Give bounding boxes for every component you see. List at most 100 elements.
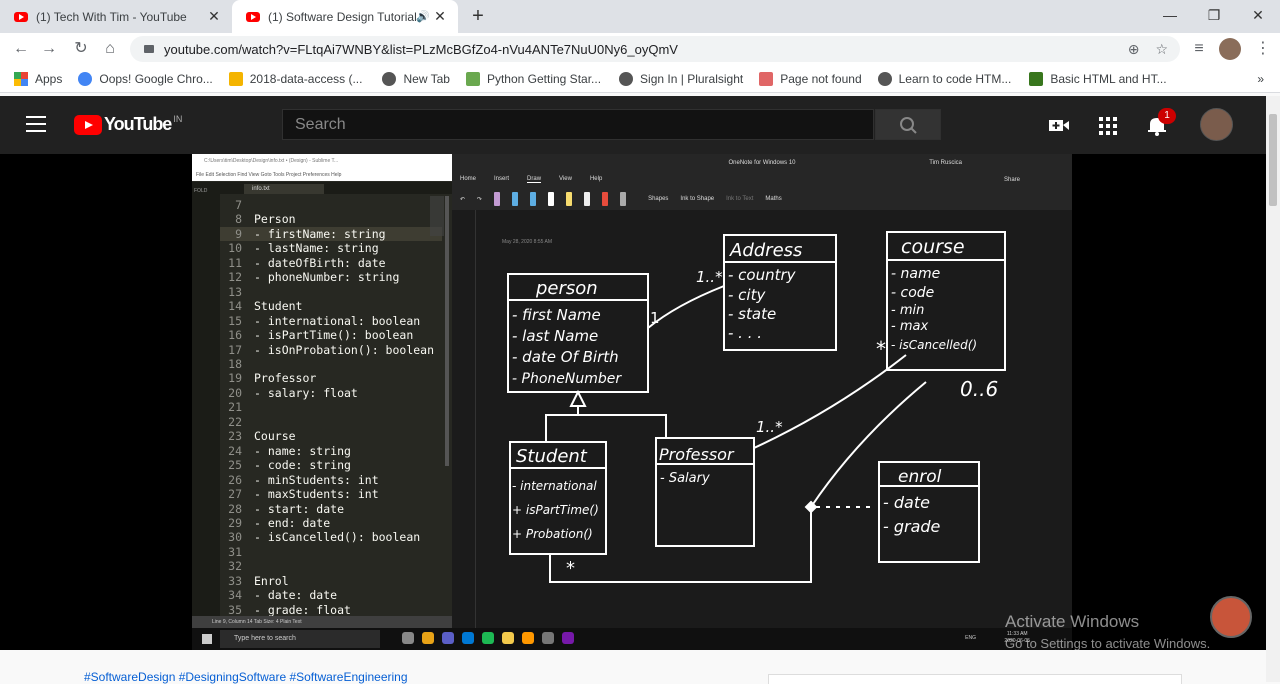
svg-text:- country: - country [728, 266, 797, 284]
bookmark-item[interactable]: Learn to code HTM... [877, 71, 1011, 86]
reload-button[interactable]: ↻ [70, 38, 92, 60]
browser-tab-software-design[interactable]: (1) Software Design Tutorial 🔊 ✕ [232, 0, 458, 33]
channel-watermark-logo[interactable] [1210, 596, 1252, 638]
bookmark-item[interactable]: Oops! Google Chro... [78, 71, 213, 86]
forward-button[interactable]: → [38, 38, 60, 60]
svg-text:- international: - international [512, 479, 597, 493]
line-text: - isPartTime(): boolean [254, 328, 414, 343]
browser-menu-icon[interactable]: ⋮ [1252, 38, 1274, 60]
svg-text:- min: - min [891, 303, 924, 318]
tab-close-icon[interactable]: ✕ [430, 8, 450, 25]
professor-class: Professor - Salary [655, 437, 755, 547]
windows-start-icon [202, 634, 212, 644]
video-frame[interactable]: C:\Users\tim\Desktop\Design\info.txt • (… [192, 154, 1072, 650]
line-text: - minStudents: int [254, 472, 379, 487]
home-button[interactable]: ⌂ [99, 38, 121, 60]
window-minimize-button[interactable]: — [1148, 0, 1192, 30]
line-number: 30 [228, 530, 242, 545]
line-number: 7 [235, 198, 242, 212]
bookmark-item[interactable]: Sign In | Pluralsight [619, 71, 743, 86]
undo-icon: ↶ [460, 196, 466, 203]
menu-icon[interactable] [26, 116, 46, 132]
sublime-scrollbar [445, 196, 449, 466]
code-line: 34 - date: date [220, 588, 442, 602]
line-number: 13 [228, 284, 242, 299]
svg-text:- grade: - grade [883, 517, 941, 536]
media-control-icon[interactable]: ≡ [1188, 38, 1210, 60]
sublime-file-tab: info.txt [244, 184, 324, 194]
search-button[interactable] [875, 109, 941, 140]
speaker-icon[interactable]: 🔊 [416, 10, 430, 23]
ribbon-tabs: Home Insert Draw View Help [460, 176, 602, 183]
line-text: Professor [254, 371, 317, 386]
multiplicity-label: * [566, 558, 575, 579]
back-button[interactable]: ← [10, 38, 32, 60]
line-number: 20 [228, 385, 242, 400]
highlighter-icon [566, 192, 573, 206]
code-line: 22 [220, 415, 442, 429]
code-editor: 7 8 Person 9 - firstName: string 10 - lastName… [220, 198, 442, 617]
pen-icon [494, 192, 501, 206]
url-text: youtube.com/watch?v=FLtqAi7WNBY&list=PLz… [164, 41, 678, 57]
pen-icon [584, 192, 591, 206]
account-avatar[interactable] [1200, 108, 1233, 141]
browser-tab-tech-with-tim[interactable]: (1) Tech With Tim - YouTube ✕ [0, 0, 232, 33]
code-line: 19 Professor [220, 371, 442, 385]
bookmark-star-icon[interactable]: ☆ [1155, 41, 1168, 58]
line-text: - start: date [254, 501, 345, 516]
bookmark-item[interactable]: New Tab [382, 71, 450, 86]
line-number: 10 [228, 241, 242, 256]
page-scrollbar[interactable] [1266, 96, 1280, 682]
code-line: 14 Student [220, 299, 442, 313]
chart-icon [228, 71, 243, 86]
line-number: 24 [228, 443, 242, 458]
bookmark-item[interactable]: Python Getting Star... [465, 71, 601, 86]
scrollbar-thumb[interactable] [1269, 114, 1277, 206]
sidebar-panel [768, 674, 1182, 684]
onenote-window: OneNote for Windows 10 Tim Ruscica Home … [452, 154, 1072, 628]
line-number: 15 [228, 313, 242, 328]
task-view-icon [402, 632, 414, 644]
code-line: 28 - start: date [220, 502, 442, 516]
create-video-icon[interactable] [1047, 114, 1071, 136]
svg-text:- code: - code [891, 285, 934, 301]
line-text: - end: date [254, 515, 331, 530]
svg-text:- last Name: - last Name [512, 327, 598, 345]
svg-text:- city: - city [728, 286, 766, 304]
more-bookmarks-button[interactable]: » [1257, 72, 1264, 86]
youtube-logo[interactable]: YouTube IN [74, 114, 182, 135]
sublime-statusbar: Line 9, Column 14 Tab Size: 4 Plain Text [192, 616, 452, 628]
youtube-favicon-icon [14, 11, 28, 22]
code-line: 12 - phoneNumber: string [220, 270, 442, 284]
tab-title: (1) Tech With Tim - YouTube [36, 9, 187, 24]
new-tab-button[interactable]: + [466, 4, 490, 28]
zoom-icon[interactable]: ⊕ [1128, 41, 1140, 58]
bookmark-apps[interactable]: Apps [14, 71, 62, 86]
address-bar[interactable]: youtube.com/watch?v=FLtqAi7WNBY&list=PLz… [130, 36, 1180, 62]
line-number: 12 [228, 270, 242, 285]
line-text: - code: string [254, 458, 351, 473]
search-input[interactable]: Search [282, 109, 874, 140]
apps-grid-icon[interactable] [1096, 114, 1120, 136]
line-number: 32 [228, 559, 242, 574]
google-icon [78, 71, 93, 86]
svg-text:+ isPartTime(): + isPartTime() [512, 503, 599, 517]
code-line: 27 - maxStudents: int [220, 487, 442, 501]
bookmark-item[interactable]: Basic HTML and HT... [1029, 71, 1167, 86]
tab-close-icon[interactable]: ✕ [204, 8, 224, 25]
svg-text:- Salary: - Salary [660, 471, 710, 486]
line-number: 19 [228, 371, 242, 386]
line-number: 8 [235, 212, 242, 227]
spotify-icon [482, 632, 494, 644]
window-close-button[interactable]: ✕ [1236, 0, 1280, 30]
sublime-text-window: C:\Users\tim\Desktop\Design\info.txt • (… [192, 154, 452, 628]
window-maximize-button[interactable]: ❐ [1192, 0, 1236, 30]
line-text: - dateOfBirth: date [254, 255, 386, 270]
profile-avatar[interactable] [1219, 38, 1241, 60]
bookmark-item[interactable]: 2018-data-access (... [228, 71, 362, 86]
line-number: 29 [228, 515, 242, 530]
address-class: Address - country - city - state - . . . [723, 234, 837, 351]
code-line: 13 [220, 285, 442, 299]
bookmark-item[interactable]: Page not found [759, 71, 862, 86]
redo-icon: ↷ [477, 196, 483, 203]
